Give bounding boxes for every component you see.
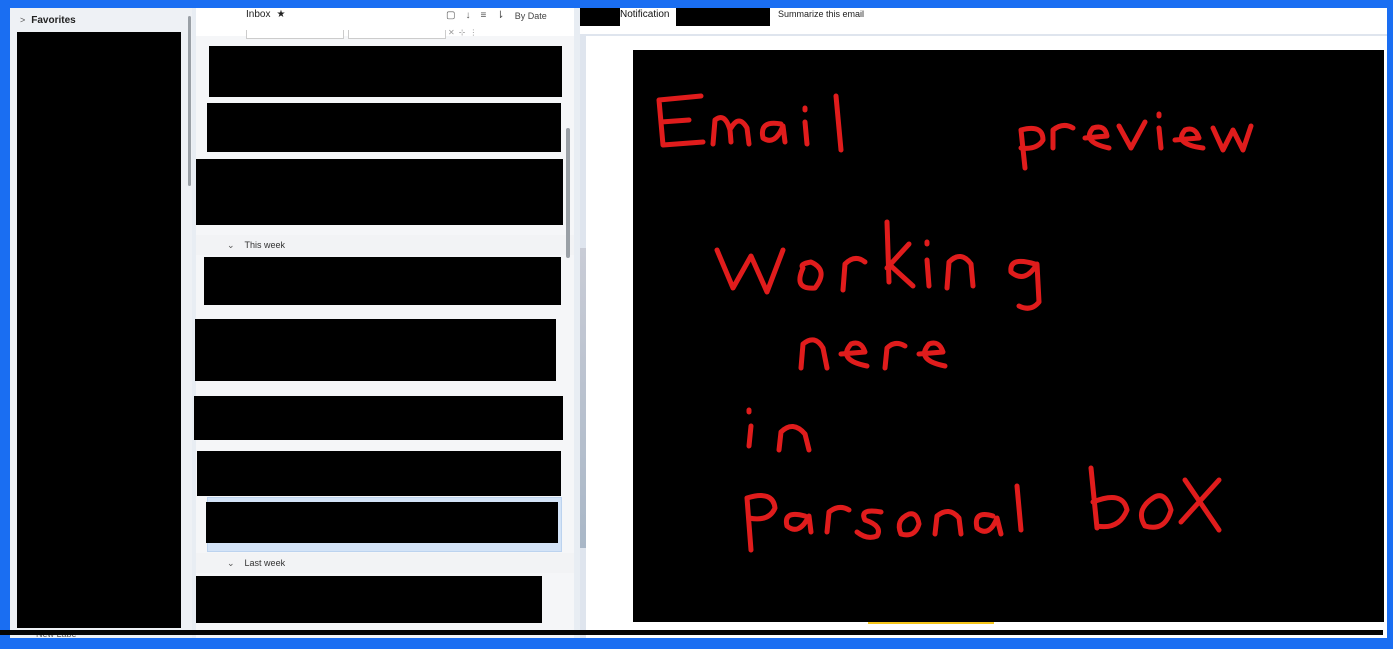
redacted-folder-list	[17, 32, 181, 628]
email-preview-redacted	[633, 50, 1384, 622]
star-icon[interactable]: ★	[276, 9, 285, 20]
filter-input-1[interactable]	[246, 30, 344, 39]
annotation-drawing	[656, 93, 1254, 553]
folder-pane: > Favorites New Labe	[10, 8, 192, 638]
inbox-title: Inbox	[246, 9, 271, 20]
chevron-down-icon[interactable]: ⌄	[227, 240, 235, 251]
sort-direction-icon[interactable]: ↓	[465, 10, 470, 21]
summarize-email-button[interactable]: Summarize this email	[778, 9, 864, 19]
message-item-redacted[interactable]	[209, 46, 562, 97]
message-list-scrollbar[interactable]	[566, 128, 570, 258]
group-header-last-week[interactable]: ⌄ Last week	[196, 553, 574, 573]
message-list-pane: Inbox ★ ▢ ↓ ≡ ⇂ By Date ✕⊹⋮ ⌄ This week	[194, 8, 574, 638]
message-item-redacted[interactable]	[196, 576, 542, 623]
redacted-sender	[580, 8, 620, 26]
message-item-redacted[interactable]	[195, 319, 556, 381]
filter-inputs	[246, 30, 446, 39]
notification-label: Notification	[620, 9, 670, 20]
message-list-header: Inbox ★ ▢ ↓ ≡ ⇂ By Date ✕⊹⋮	[196, 8, 574, 39]
select-all-icon[interactable]: ▢	[446, 10, 455, 21]
sort-label[interactable]: By Date	[515, 11, 547, 21]
message-item-redacted[interactable]	[206, 502, 558, 543]
taskbar-edge	[0, 630, 1383, 635]
favorites-row[interactable]: > Favorites	[20, 11, 76, 29]
mail-app-window: > Favorites New Labe Inbox ★ ▢ ↓ ≡ ⇂ By …	[10, 8, 1387, 638]
chevron-down-icon[interactable]: ⌄	[227, 558, 235, 569]
message-item-redacted[interactable]	[194, 396, 563, 440]
list-toolbar: ▢ ↓ ≡ ⇂ By Date	[446, 10, 547, 21]
inbox-title-row: Inbox ★	[246, 9, 285, 20]
folder-scrollbar[interactable]	[188, 16, 191, 186]
mini-toolbar-icons: ✕⊹⋮	[448, 28, 482, 37]
message-item-redacted[interactable]	[196, 159, 563, 225]
sort-icon[interactable]: ⇂	[496, 10, 504, 21]
chevron-right-icon[interactable]: >	[20, 15, 25, 25]
filter-icon[interactable]: ≡	[480, 10, 486, 21]
favorites-label: Favorites	[31, 14, 76, 26]
group-label: Last week	[244, 558, 286, 568]
group-header-this-week[interactable]: ⌄ This week	[196, 235, 574, 255]
message-item-redacted[interactable]	[207, 103, 561, 152]
reading-pane: Notification Summarize this email	[580, 8, 1387, 638]
reading-header: Notification Summarize this email	[580, 8, 1387, 34]
message-item-redacted[interactable]	[197, 451, 561, 496]
group-label: This week	[244, 240, 286, 250]
filter-input-2[interactable]	[348, 30, 446, 39]
redacted-subject	[676, 8, 770, 26]
message-item-redacted[interactable]	[204, 257, 561, 305]
